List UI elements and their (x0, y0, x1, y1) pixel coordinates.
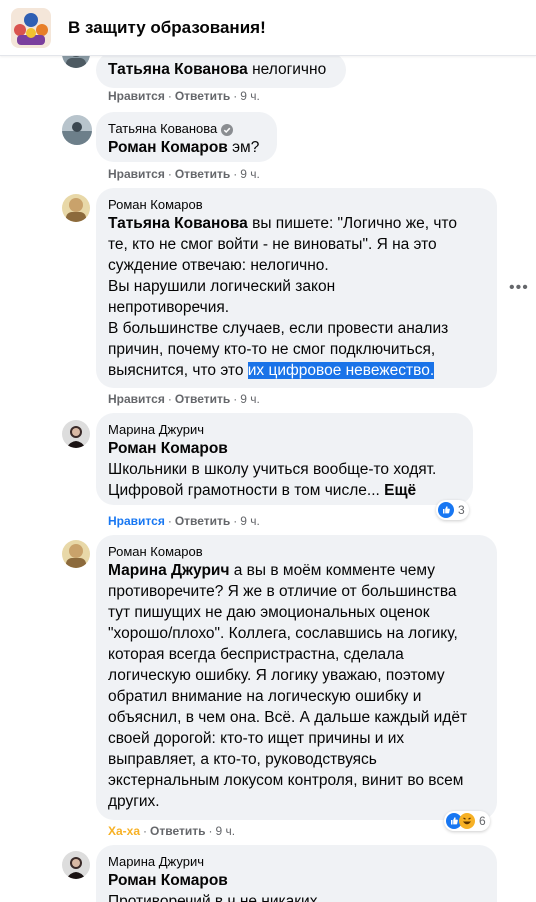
comment-line: логическую ошибку. Я логику уважаю, поэт… (108, 667, 445, 684)
reactions-summary[interactable]: 3 (436, 500, 469, 520)
verified-icon (221, 123, 234, 136)
separator: · (233, 392, 238, 406)
timestamp[interactable]: 9 ч. (240, 167, 260, 181)
comment-actions: Нравится · Ответить · 9 ч. (108, 88, 260, 104)
comment-line: Цифровой грамотности в том числе... (108, 482, 385, 499)
comment-line: Вы нарушили логический закон (108, 278, 336, 295)
comment-bubble: Роман Комаров Татьяна Кованова вы пишете… (96, 188, 497, 388)
comment-author[interactable]: Марина Джурич (108, 853, 204, 870)
comment-line: те, кто не смог войти - не виноваты". Я … (108, 236, 437, 253)
like-reaction-icon (438, 502, 454, 518)
like-button[interactable]: Нравится (108, 167, 165, 181)
separator: · (167, 167, 172, 181)
comment-line: В большинстве случаев, если провести ана… (108, 320, 449, 337)
comment-author[interactable]: Роман Комаров (108, 543, 203, 560)
like-button[interactable]: Нравится (108, 89, 165, 103)
separator: · (167, 514, 172, 528)
timestamp[interactable]: 9 ч. (240, 89, 260, 103)
comment-author[interactable]: Татьяна Кованова (108, 120, 217, 137)
comment-line: своей дорогой: кто-то ищет причины и их (108, 730, 405, 747)
comment-actions: Нравится · Ответить · 9 ч. (108, 391, 260, 407)
avatar[interactable] (62, 115, 92, 145)
more-options-icon[interactable]: ••• (509, 279, 529, 297)
comment-line: Школьники в школу учиться вообще-то ходя… (108, 461, 437, 478)
separator: · (143, 824, 148, 838)
separator: · (233, 514, 238, 528)
comment-bubble: Марина Джурич Роман Комаров Противоречий… (96, 845, 497, 902)
timestamp[interactable]: 9 ч. (215, 824, 235, 838)
reply-button[interactable]: Ответить (175, 167, 230, 181)
comment-bubble: Татьяна Кованова Роман Комаров эм? (96, 112, 277, 162)
separator: · (233, 167, 238, 181)
page-title[interactable]: В защиту образования! (68, 18, 266, 38)
reply-button[interactable]: Ответить (150, 824, 205, 838)
selected-text: их цифровое невежество. (247, 362, 435, 379)
avatar[interactable] (62, 851, 90, 879)
comment-line: суждение отвечаю: нелогично. (108, 257, 329, 274)
separator: · (167, 392, 172, 406)
comment-line: непротиворечия. (108, 299, 230, 316)
mention-link[interactable]: Татьяна Кованова (108, 215, 248, 232)
comment-line: других. (108, 793, 160, 810)
haha-reaction-icon (459, 813, 475, 829)
timestamp[interactable]: 9 ч. (240, 392, 260, 406)
reply-button[interactable]: Ответить (175, 89, 230, 103)
see-more-link[interactable]: Ещё (384, 482, 416, 499)
comment-actions: Нравится · Ответить · 9 ч. (108, 166, 260, 182)
comment-line: тут пишущих не даю эмоциональных оценок (108, 604, 430, 621)
comment-line: выяснится, что это (108, 362, 248, 379)
haha-button[interactable]: Ха-ха (108, 824, 140, 838)
separator: · (233, 89, 238, 103)
separator: · (167, 89, 172, 103)
group-avatar[interactable] (11, 7, 51, 48)
reactions-summary[interactable]: 6 (444, 811, 490, 831)
comment-line: экстернальным локусом контроля, винит во… (108, 772, 464, 789)
reaction-count: 6 (479, 814, 486, 828)
mention-link[interactable]: Татьяна Кованова (108, 61, 248, 78)
comment-actions: Нравится · Ответить · 9 ч. (108, 513, 260, 529)
like-button[interactable]: Нравится (108, 392, 165, 406)
comment-bubble: Марина Джурич Роман Комаров Школьники в … (96, 413, 473, 505)
separator: · (208, 824, 213, 838)
comment-line: "хорошо/плохо". Коллега, сославшись на л… (108, 625, 458, 642)
comment-text: нелогично (247, 61, 327, 78)
avatar[interactable] (62, 420, 90, 448)
comment-actions: Ха-ха · Ответить · 9 ч. (108, 823, 235, 839)
comment-line: объяснил, в чем она. Всё. А дальше кажды… (108, 709, 468, 726)
comment-line: противоречите? Я же в отличие от большин… (108, 583, 457, 600)
comment-bubble: Татьяна Кованова нелогично (96, 52, 346, 88)
comment-line: обратил внимание на логическую ошибку и (108, 688, 422, 705)
comment-text: эм? (227, 139, 260, 156)
reaction-count: 3 (458, 503, 465, 517)
mention-link[interactable]: Марина Джурич (108, 562, 229, 579)
reply-button[interactable]: Ответить (175, 392, 230, 406)
avatar[interactable] (62, 540, 90, 568)
comment-bubble: Роман Комаров Марина Джурич а вы в моём … (96, 535, 497, 820)
comment-line: Противоречий в ч не никаких (108, 893, 318, 902)
comment-line: причин, почему кто-то не смог подключить… (108, 341, 436, 358)
mention-link[interactable]: Роман Комаров (108, 870, 485, 891)
comment-line: которая всегда беспристрастна, сделала (108, 646, 404, 663)
comment-author[interactable]: Марина Джурич (108, 421, 204, 438)
avatar[interactable] (62, 194, 90, 222)
group-header: В защиту образования! (0, 0, 536, 56)
timestamp[interactable]: 9 ч. (240, 514, 260, 528)
comment-line: а вы в моём комменте чему (229, 562, 435, 579)
mention-link[interactable]: Роман Комаров (108, 438, 461, 459)
mention-link[interactable]: Роман Комаров (108, 139, 228, 156)
comment-author[interactable]: Роман Комаров (108, 196, 203, 213)
reply-button[interactable]: Ответить (175, 514, 230, 528)
comment-line: выправляет, а кто-то, руководствуясь (108, 751, 377, 768)
comment-line: вы пишете: "Логично же, что (247, 215, 457, 232)
like-button[interactable]: Нравится (108, 514, 165, 528)
